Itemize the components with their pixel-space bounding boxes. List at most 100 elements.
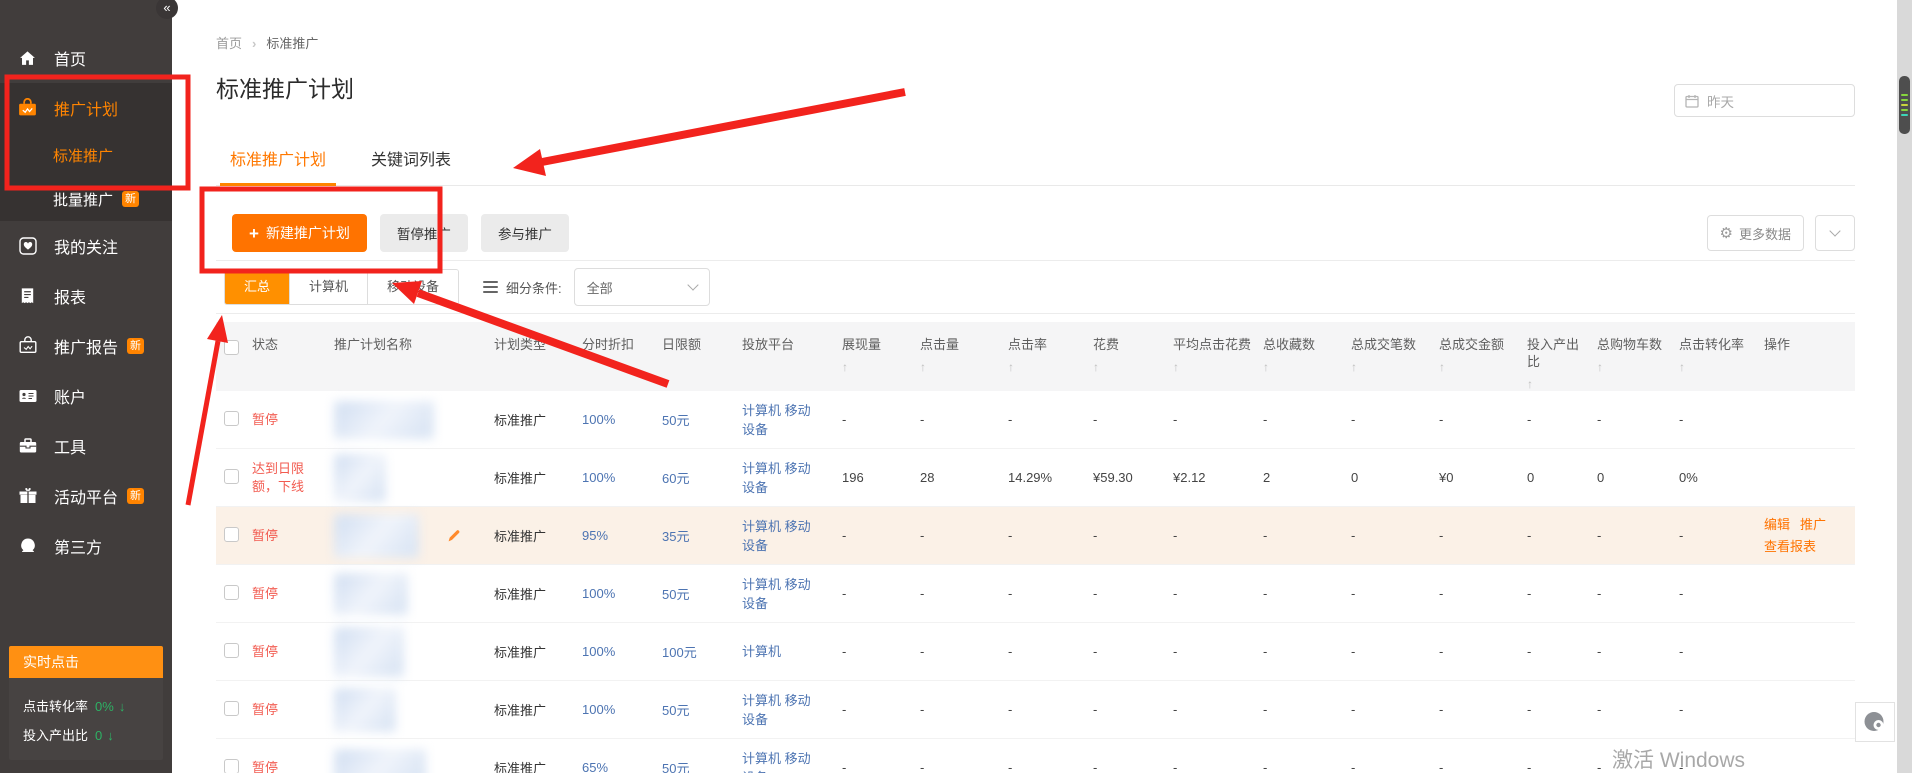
platform-cell[interactable]: 计算机 移动设备 <box>742 517 842 555</box>
stat-value: 0% <box>95 699 114 714</box>
more-data-button[interactable]: ⚙更多数据 <box>1707 215 1804 251</box>
sidebar-item-campaign[interactable]: 推广计划 <box>0 83 172 133</box>
sidebar-item-standard-promo[interactable]: 标准推广 <box>0 133 172 177</box>
daily-limit-cell[interactable]: 60元 <box>662 468 742 487</box>
daily-limit-cell[interactable]: 50元 <box>662 584 742 603</box>
daily-limit-cell[interactable]: 35元 <box>662 526 742 545</box>
device-tab-summary[interactable]: 汇总 <box>225 270 290 304</box>
table-row: 暂停标准推广65%50元计算机 移动设备----------- <box>216 739 1855 773</box>
assistant-widget-button[interactable] <box>1855 702 1895 742</box>
action-link[interactable]: 编辑 <box>1764 514 1790 536</box>
row-checkbox[interactable] <box>224 759 239 773</box>
row-checkbox[interactable] <box>224 469 239 484</box>
platform-cell[interactable]: 计算机 移动设备 <box>742 749 842 773</box>
select-all-checkbox[interactable] <box>224 340 239 355</box>
tab-standard-plans[interactable]: 标准推广计划 <box>226 146 330 185</box>
breadcrumb-home[interactable]: 首页 <box>216 36 242 51</box>
sidebar-item-home[interactable]: 首页 <box>0 33 172 83</box>
device-tab-computer[interactable]: 计算机 <box>290 270 368 304</box>
realtime-stat: 投入产出比0↓ <box>23 725 149 744</box>
metric-cell: - <box>920 760 1008 773</box>
scrollbar-thumb[interactable] <box>1899 76 1910 134</box>
metric-cell: - <box>920 702 1008 717</box>
sidebar-item-reports[interactable]: 报表 <box>0 271 172 321</box>
platform-cell[interactable]: 计算机 移动设备 <box>742 575 842 613</box>
segment-condition-select[interactable]: 全部 <box>574 268 710 306</box>
table-header: 状态推广计划名称计划类型分时折扣日限额投放平台展现量↑点击量↑点击率↑花费↑平均… <box>216 322 1855 391</box>
column-header-12[interactable]: 总收藏数↑ <box>1263 322 1351 391</box>
row-checkbox[interactable] <box>224 643 239 658</box>
sidebar-item-account[interactable]: 账户 <box>0 371 172 421</box>
plan-type-cell: 标准推广 <box>494 468 582 487</box>
realtime-stats: 点击转化率0%↓投入产出比0↓ <box>9 678 163 760</box>
platform-cell[interactable]: 计算机 移动设备 <box>742 691 842 729</box>
tab-keyword-list[interactable]: 关键词列表 <box>367 146 455 185</box>
platform-cell[interactable]: 计算机 <box>742 642 842 661</box>
sidebar-item-label: 推广计划 <box>54 96 118 120</box>
column-header-15[interactable]: 投入产出比↑ <box>1527 322 1597 391</box>
sidebar-item-activity-platform[interactable]: 活动平台新 <box>0 471 172 521</box>
daily-limit-cell[interactable]: 50元 <box>662 758 742 773</box>
metric-cell: 0 <box>1597 470 1679 485</box>
expand-panel-button[interactable] <box>1815 215 1855 251</box>
row-checkbox[interactable] <box>224 411 239 426</box>
plan-name-cell[interactable] <box>334 627 494 677</box>
time-discount-cell[interactable]: 100% <box>582 412 662 427</box>
plan-name-cell[interactable] <box>334 749 494 773</box>
sidebar-item-batch-promo[interactable]: 批量推广新 <box>0 177 172 221</box>
new-plan-button[interactable]: +新建推广计划 <box>232 214 367 252</box>
action-link[interactable]: 查看报表 <box>1764 536 1816 558</box>
pause-promotion-button[interactable]: 暂停推广 <box>380 214 468 252</box>
edit-pencil-icon[interactable] <box>447 528 462 543</box>
platform-cell[interactable]: 计算机 移动设备 <box>742 459 842 497</box>
row-checkbox[interactable] <box>224 585 239 600</box>
platform-cell[interactable]: 计算机 移动设备 <box>742 401 842 439</box>
sidebar-item-my-follow[interactable]: 我的关注 <box>0 221 172 271</box>
column-label: 花费 <box>1093 336 1163 353</box>
time-discount-cell[interactable]: 65% <box>582 760 662 773</box>
time-discount-cell[interactable]: 100% <box>582 702 662 717</box>
column-header-11[interactable]: 平均点击花费↑ <box>1173 322 1263 391</box>
join-promotion-button[interactable]: 参与推广 <box>481 214 569 252</box>
plan-name-cell[interactable] <box>334 401 494 439</box>
date-range-picker[interactable]: 昨天 <box>1674 84 1855 117</box>
device-tab-mobile[interactable]: 移动设备 <box>368 270 458 304</box>
column-header-14[interactable]: 总成交金额↑ <box>1439 322 1527 391</box>
metric-cell: - <box>1527 702 1597 717</box>
time-discount-cell[interactable]: 100% <box>582 586 662 601</box>
sidebar-item-tools[interactable]: 工具 <box>0 421 172 471</box>
status-cell: 暂停 <box>252 411 334 429</box>
plan-name-cell[interactable] <box>334 514 494 558</box>
action-link[interactable]: 推广 <box>1800 514 1826 536</box>
time-discount-cell[interactable]: 100% <box>582 644 662 659</box>
row-checkbox[interactable] <box>224 527 239 542</box>
column-header-9[interactable]: 点击率↑ <box>1008 322 1093 391</box>
breadcrumb-current: 标准推广 <box>266 36 318 51</box>
column-header-17[interactable]: 点击转化率↑ <box>1679 322 1764 391</box>
metric-cell: - <box>1093 412 1173 427</box>
plan-name-cell[interactable] <box>334 573 494 615</box>
daily-limit-cell[interactable]: 50元 <box>662 410 742 429</box>
column-header-7[interactable]: 展现量↑ <box>842 322 920 391</box>
time-discount-cell[interactable]: 95% <box>582 528 662 543</box>
plan-type-cell: 标准推广 <box>494 410 582 429</box>
plan-name-cell[interactable] <box>334 688 494 732</box>
column-header-10[interactable]: 花费↑ <box>1093 322 1173 391</box>
plan-name-cell[interactable] <box>334 454 494 502</box>
daily-limit-cell[interactable]: 100元 <box>662 642 742 661</box>
calendar-icon <box>1685 94 1699 108</box>
bagline-icon <box>17 336 38 357</box>
new-badge: 新 <box>122 191 139 207</box>
time-discount-cell[interactable]: 100% <box>582 470 662 485</box>
column-header-8[interactable]: 点击量↑ <box>920 322 1008 391</box>
metric-cell: - <box>1093 702 1173 717</box>
daily-limit-cell[interactable]: 50元 <box>662 700 742 719</box>
scrollbar-track[interactable] <box>1897 0 1912 773</box>
table-body: 暂停标准推广100%50元计算机 移动设备-----------达到日限额，下线… <box>216 391 1855 773</box>
assistant-ball-icon <box>1863 710 1887 734</box>
sidebar-item-promo-report[interactable]: 推广报告新 <box>0 321 172 371</box>
column-header-16[interactable]: 总购物车数↑ <box>1597 322 1679 391</box>
sidebar-item-third-party[interactable]: 第三方 <box>0 521 172 571</box>
row-checkbox[interactable] <box>224 701 239 716</box>
column-header-13[interactable]: 总成交笔数↑ <box>1351 322 1439 391</box>
